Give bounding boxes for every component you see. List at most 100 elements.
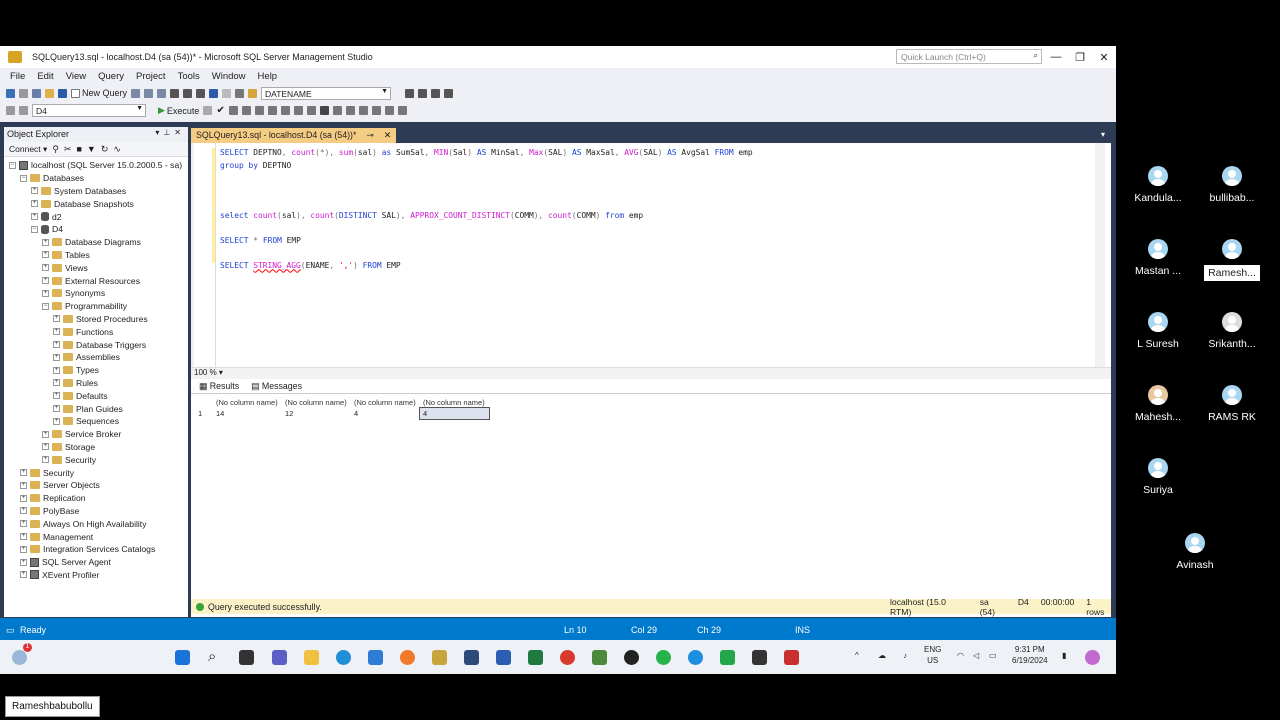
code-line[interactable]: group by DEPTNO [220,160,753,173]
code-line[interactable] [220,197,753,210]
notification-icon[interactable]: ▮ [1062,650,1066,661]
editor-vertical-scrollbar[interactable] [1095,143,1105,367]
tab-overflow-icon[interactable]: ▾ [1101,130,1105,139]
azure-data-studio-icon[interactable] [464,650,479,665]
tray-chevron-icon[interactable]: ^ [855,650,859,661]
expand-icon[interactable]: + [42,443,49,451]
weather-icon[interactable] [12,650,27,665]
mic-icon[interactable]: ♪ [903,650,907,661]
zoom-level[interactable]: 100 % [194,368,217,377]
solution-icon[interactable] [235,88,245,98]
expand-icon[interactable]: + [53,341,60,349]
tree-node[interactable]: + Replication [4,492,188,505]
xmla-query-icon[interactable] [157,88,167,98]
tree-node[interactable]: + Tables [4,249,188,262]
expand-icon[interactable]: + [53,417,60,425]
results-to-file-icon[interactable] [332,106,342,115]
query-designer-icon[interactable] [241,106,251,115]
connect-dropdown[interactable]: Connect ▾ [9,144,47,155]
expand-icon[interactable]: + [42,251,49,259]
result-cell[interactable]: 4 [351,408,420,419]
collapse-icon[interactable]: − [20,174,27,182]
uncomment-icon[interactable] [358,106,368,115]
code-line[interactable] [220,222,753,235]
participant-tile[interactable]: Mahesh... [1122,385,1194,423]
participant-tile[interactable]: Srikanth... [1196,312,1268,350]
tree-node[interactable]: + Views [4,261,188,274]
client-stats-icon[interactable] [293,106,303,115]
restore-button[interactable]: ❐ [1068,46,1092,68]
close-tab-icon[interactable]: ✕ [384,130,391,141]
back-icon[interactable] [6,88,15,98]
menu-view[interactable]: View [66,71,86,82]
participant-tile[interactable]: bullibab... [1196,166,1268,204]
tree-node[interactable]: + Security [4,453,188,466]
whatsapp-icon[interactable] [656,650,671,665]
postman-icon[interactable] [400,650,415,665]
participant-tile[interactable]: Suriya [1122,458,1194,496]
copilot-icon[interactable] [1085,650,1100,665]
tree-node[interactable]: + d2 [4,210,188,223]
expand-icon[interactable]: + [53,366,60,374]
menu-window[interactable]: Window [212,71,246,82]
task-view-icon[interactable] [239,650,254,665]
result-cell[interactable]: 14 [213,408,282,419]
mdx-query-icon[interactable] [131,88,141,98]
function-combo[interactable]: DATENAME ▼ [261,86,392,100]
chrome-icon[interactable] [560,650,575,665]
save-icon[interactable] [58,88,67,98]
parse-icon[interactable]: ✔ [216,105,224,116]
ssms-taskbar-icon[interactable] [432,650,447,665]
tab-results[interactable]: ▦ Results [199,381,239,392]
clock[interactable]: 9:31 PM 6/19/2024 [1012,644,1048,666]
tree-node[interactable]: + Types [4,364,188,377]
properties-icon[interactable] [405,88,415,98]
tree-node[interactable]: + SQL Server Agent [4,556,188,569]
result-cell-selected[interactable]: 4 [419,407,490,420]
word-icon[interactable] [496,650,511,665]
column-header[interactable]: (No column name) [351,397,420,408]
expand-icon[interactable]: + [53,353,60,361]
expand-icon[interactable]: + [31,187,38,195]
close-button[interactable]: ✕ [1092,46,1116,68]
display-plan-icon[interactable] [228,106,238,115]
tree-node[interactable]: + External Resources [4,274,188,287]
include-plan-icon[interactable] [267,106,277,115]
expand-icon[interactable]: + [53,328,60,336]
tree-node[interactable]: + Security [4,466,188,479]
window-layout-icon[interactable] [444,88,454,98]
menu-tools[interactable]: Tools [178,71,200,82]
result-cell[interactable]: 12 [282,408,351,419]
expand-icon[interactable]: + [53,315,60,323]
obs-icon[interactable] [624,650,639,665]
tree-node[interactable]: + Server Objects [4,479,188,492]
expand-icon[interactable]: + [20,571,27,579]
expand-icon[interactable]: + [42,289,49,297]
tree-node[interactable]: − Databases [4,172,188,185]
tree-node[interactable]: + PolyBase [4,505,188,518]
expand-icon[interactable]: + [20,469,27,477]
results-to-grid-icon[interactable] [319,106,329,115]
expand-icon[interactable]: + [53,392,60,400]
query-editor[interactable]: SELECT DEPTNO, count(*), sum(sal) as Sum… [191,143,1111,367]
intellisense-icon[interactable] [254,106,264,115]
cloud-icon[interactable]: ☁ [878,650,886,661]
decrease-indent-icon[interactable] [371,106,381,115]
language-indicator[interactable]: ENG US [924,644,941,666]
cut-icon[interactable] [170,88,180,98]
minimize-button[interactable]: — [1044,46,1068,68]
package-icon[interactable] [784,650,799,665]
menu-query[interactable]: Query [98,71,124,82]
expand-icon[interactable]: + [20,481,27,489]
refresh-icon[interactable]: ↻ [101,144,109,155]
code-line[interactable]: SELECT STRING_AGG(ENAME, ',') FROM EMP [220,260,753,273]
vscode-icon[interactable] [368,650,383,665]
participant-tile[interactable]: RAMS RK [1196,385,1268,423]
column-header[interactable]: (No column name) [213,397,282,408]
expand-icon[interactable]: + [42,430,49,438]
tab-sqlquery13[interactable]: SQLQuery13.sql - localhost.D4 (sa (54))*… [191,128,397,143]
taskbar-search-icon[interactable]: ⌕ [208,649,223,665]
expand-icon[interactable]: + [42,456,49,464]
expand-icon[interactable]: + [20,520,27,528]
forward-icon[interactable] [19,88,28,98]
